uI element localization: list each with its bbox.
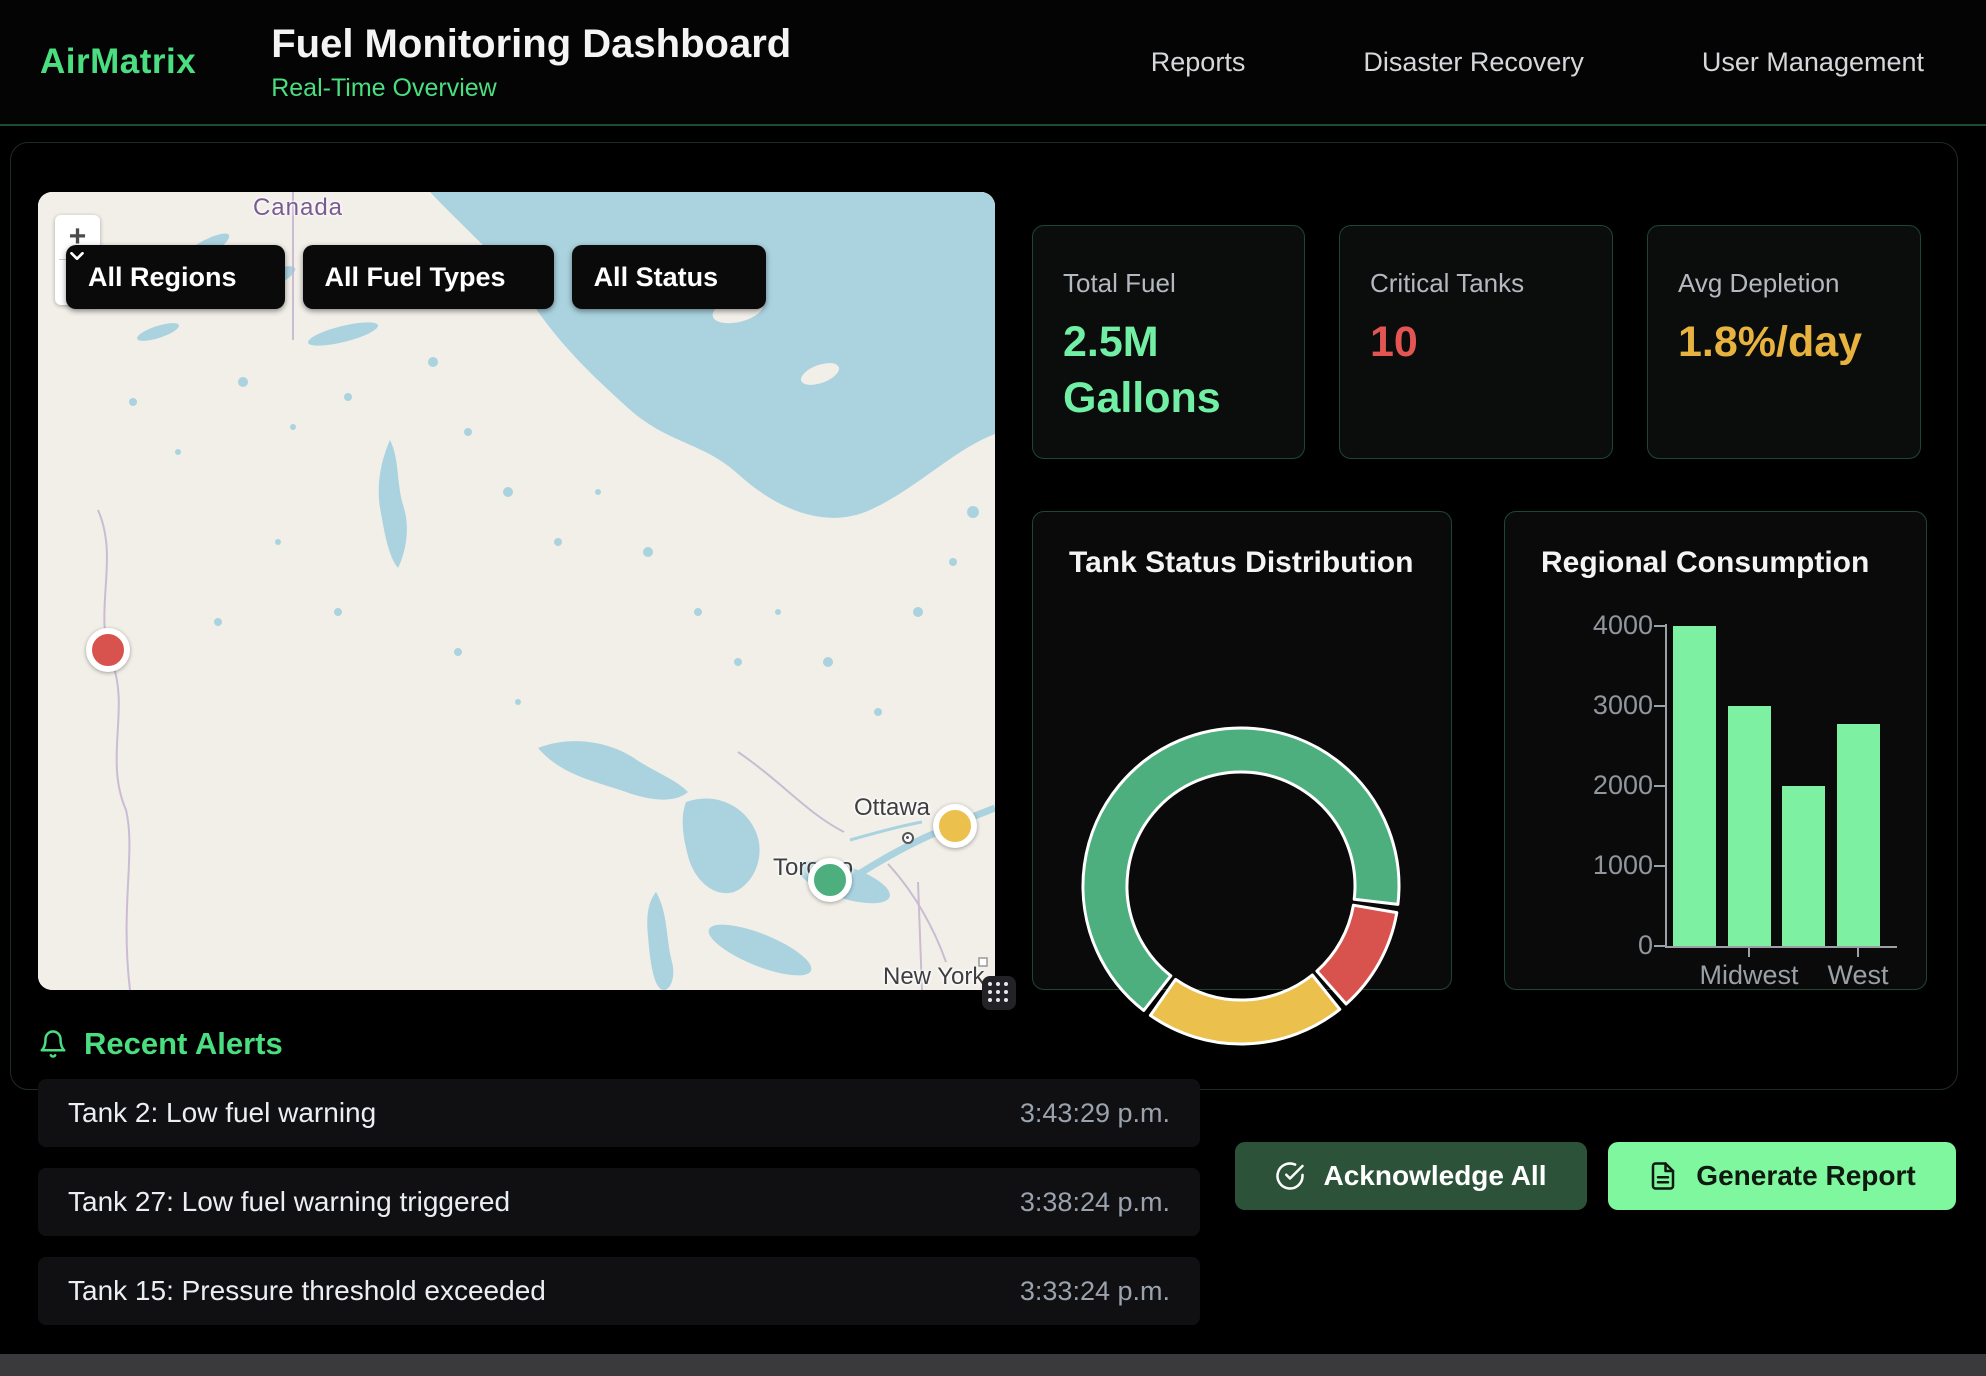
map-filter-row: All Regions All Fuel Types All Status (66, 245, 766, 309)
fuel-type-filter-dropdown[interactable]: All Fuel Types (303, 245, 554, 309)
stat-value: 1.8%/day (1678, 315, 1890, 371)
nav-disaster-recovery[interactable]: Disaster Recovery (1363, 47, 1584, 78)
stat-card-avg-depletion: Avg Depletion 1.8%/day (1647, 225, 1921, 459)
x-tick-mark (1748, 948, 1750, 957)
y-tick-mark (1654, 785, 1665, 787)
donut-segment-warning[interactable] (1150, 975, 1339, 1044)
page-subtitle: Real-Time Overview (271, 74, 791, 103)
consumption-bar-region-1[interactable] (1673, 626, 1716, 946)
stat-label: Critical Tanks (1370, 268, 1582, 299)
tank-status-distribution-panel: Tank Status Distribution (1032, 511, 1452, 990)
bell-icon (38, 1029, 68, 1059)
tank-marker-warning[interactable] (933, 804, 977, 848)
app-logo: AirMatrix (40, 42, 196, 82)
region-filter-dropdown[interactable]: All Regions (66, 245, 285, 309)
document-icon (1648, 1161, 1678, 1191)
consumption-bar-West[interactable] (1837, 724, 1880, 946)
y-tick-label: 4000 (1505, 610, 1653, 641)
regional-consumption-panel: Regional Consumption 01000200030004000Mi… (1504, 511, 1927, 990)
page-title: Fuel Monitoring Dashboard (271, 22, 791, 66)
alert-row[interactable]: Tank 27: Low fuel warning triggered 3:38… (38, 1168, 1200, 1236)
stat-label: Total Fuel (1063, 268, 1274, 299)
stat-value: 2.5M Gallons (1063, 315, 1274, 427)
alert-message: Tank 2: Low fuel warning (68, 1097, 376, 1129)
bottom-scrollbar[interactable] (0, 1354, 1986, 1376)
main-nav: Reports Disaster Recovery User Managemen… (1151, 47, 1924, 78)
alert-timestamp: 3:38:24 p.m. (1020, 1187, 1170, 1218)
alert-timestamp: 3:43:29 p.m. (1020, 1098, 1170, 1129)
region-filter-label: All Regions (88, 262, 237, 293)
tank-status-donut-chart (1033, 580, 1453, 1056)
status-filter-dropdown[interactable]: All Status (572, 245, 767, 309)
x-tick-mark (1857, 948, 1859, 957)
recent-alerts-title: Recent Alerts (84, 1026, 283, 1062)
stat-card-total-fuel: Total Fuel 2.5M Gallons (1032, 225, 1305, 459)
nav-user-management[interactable]: User Management (1702, 47, 1924, 78)
app-header: AirMatrix Fuel Monitoring Dashboard Real… (0, 0, 1986, 126)
tank-marker-critical[interactable] (86, 628, 130, 672)
acknowledge-all-button[interactable]: Acknowledge All (1235, 1142, 1587, 1210)
y-tick-label: 0 (1505, 930, 1653, 961)
alert-row[interactable]: Tank 2: Low fuel warning 3:43:29 p.m. (38, 1079, 1200, 1147)
y-tick-mark (1654, 865, 1665, 867)
alert-message: Tank 27: Low fuel warning triggered (68, 1186, 510, 1218)
consumption-bar-region-3[interactable] (1782, 786, 1825, 946)
stat-card-critical-tanks: Critical Tanks 10 (1339, 225, 1613, 459)
nav-reports[interactable]: Reports (1151, 47, 1246, 78)
tank-map[interactable]: Canada + − All Regions All Fuel Types Al… (38, 192, 995, 990)
y-tick-label: 2000 (1505, 770, 1653, 801)
generate-report-label: Generate Report (1696, 1160, 1915, 1192)
regional-consumption-bar-chart: 01000200030004000MidwestWest (1505, 512, 1926, 989)
donut-chart-title: Tank Status Distribution (1069, 546, 1451, 580)
stat-value: 10 (1370, 315, 1582, 371)
alert-message: Tank 15: Pressure threshold exceeded (68, 1275, 546, 1307)
map-label-canada: Canada (228, 194, 368, 222)
y-tick-mark (1654, 945, 1665, 947)
check-circle-icon (1275, 1161, 1305, 1191)
y-tick-label: 1000 (1505, 850, 1653, 881)
map-label-new-york: New York (883, 963, 984, 990)
map-label-ottawa: Ottawa (854, 794, 930, 822)
tank-marker-normal[interactable] (808, 858, 852, 902)
fuel-type-filter-label: All Fuel Types (325, 262, 506, 293)
page-title-block: Fuel Monitoring Dashboard Real-Time Over… (271, 22, 791, 103)
y-tick-label: 3000 (1505, 690, 1653, 721)
acknowledge-all-label: Acknowledge All (1323, 1160, 1546, 1192)
bar-chart-y-axis (1665, 624, 1667, 946)
alert-timestamp: 3:33:24 p.m. (1020, 1276, 1170, 1307)
y-tick-mark (1654, 625, 1665, 627)
donut-segment-critical[interactable] (1317, 905, 1397, 1004)
generate-report-button[interactable]: Generate Report (1608, 1142, 1956, 1210)
bar-chart-x-axis (1665, 946, 1897, 948)
map-resize-handle[interactable] (982, 976, 1016, 1010)
y-tick-mark (1654, 705, 1665, 707)
x-tick-label: West (1778, 960, 1938, 991)
alert-row[interactable]: Tank 15: Pressure threshold exceeded 3:3… (38, 1257, 1200, 1325)
stat-label: Avg Depletion (1678, 268, 1890, 299)
consumption-bar-Midwest[interactable] (1728, 706, 1771, 946)
recent-alerts-header: Recent Alerts (38, 1026, 283, 1062)
status-filter-label: All Status (594, 262, 719, 293)
ottawa-city-dot (902, 832, 914, 844)
